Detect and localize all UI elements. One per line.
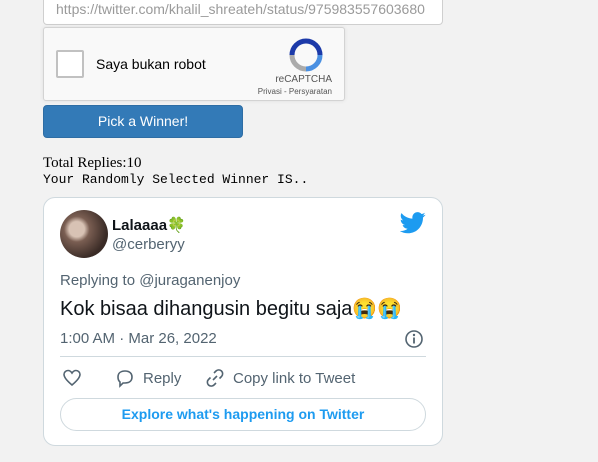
heart-icon (63, 369, 81, 387)
author-name[interactable]: Lalaaaa🍀 (112, 216, 186, 234)
twitter-bird-icon[interactable] (400, 212, 426, 234)
link-icon (206, 369, 224, 387)
reply-button[interactable]: Reply (115, 368, 181, 388)
reply-bubble-icon (117, 370, 133, 388)
copy-link-label: Copy link to Tweet (233, 369, 356, 387)
tweet-text: Kok bisaa dihangusin begitu saja😭😭 (60, 298, 403, 320)
recaptcha-links[interactable]: Privasi - Persyaratan (258, 87, 332, 96)
copy-link-button[interactable]: Copy link to Tweet (205, 368, 355, 388)
captcha-checkbox[interactable] (56, 50, 84, 78)
tweet-timestamp[interactable]: 1:00 AM · Mar 26, 2022 (60, 330, 217, 347)
like-button[interactable] (62, 368, 82, 388)
divider (60, 356, 426, 357)
total-replies: Total Replies:10 (43, 155, 142, 171)
recaptcha-logo-icon (289, 38, 323, 72)
pick-winner-button[interactable]: Pick a Winner! (43, 105, 243, 138)
embedded-tweet: Lalaaaa🍀 @cerberyy Replying to @juragane… (43, 197, 443, 446)
replying-to[interactable]: Replying to @juraganenjoy (60, 272, 240, 289)
winner-intro: Your Randomly Selected Winner IS.. (43, 172, 309, 187)
captcha-label: Saya bukan robot (96, 56, 206, 72)
explore-twitter-button[interactable]: Explore what's happening on Twitter (60, 398, 426, 431)
recaptcha-brand: reCAPTCHA (275, 74, 332, 85)
avatar[interactable] (60, 210, 108, 258)
tweet-url-input[interactable] (43, 0, 443, 25)
info-icon[interactable] (404, 329, 424, 349)
recaptcha-widget: Saya bukan robot reCAPTCHA Privasi - Per… (43, 27, 345, 101)
author-handle[interactable]: @cerberyy (112, 236, 185, 253)
reply-label: Reply (143, 369, 182, 387)
author-name-text: Lalaaaa (112, 217, 168, 234)
clover-emoji: 🍀 (167, 217, 186, 234)
